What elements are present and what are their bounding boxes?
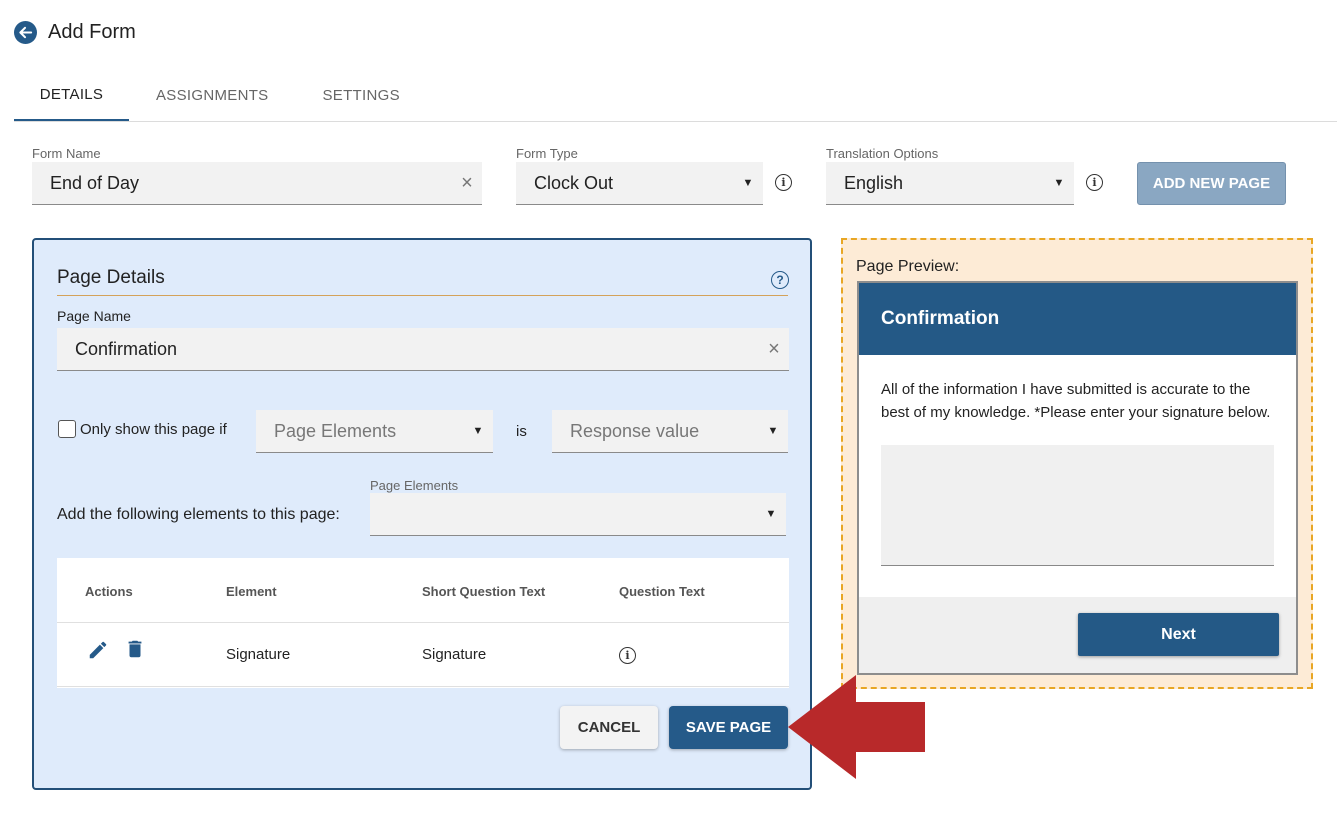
translation-options-select[interactable]: English ▼ (826, 162, 1074, 205)
dropdown-caret-icon[interactable]: ▼ (1044, 177, 1074, 189)
condition-element-select[interactable]: Page Elements ▼ (256, 410, 493, 453)
page-details-panel: Page Details ? Page Name Confirmation × … (32, 238, 812, 790)
next-button[interactable]: Next (1078, 613, 1279, 656)
form-type-select[interactable]: Clock Out ▼ (516, 162, 763, 205)
question-info-icon[interactable]: i (619, 647, 636, 664)
edit-icon[interactable] (87, 639, 109, 666)
dropdown-caret-icon[interactable]: ▼ (733, 177, 763, 189)
dropdown-caret-icon[interactable]: ▼ (758, 425, 788, 437)
page-elements-select[interactable]: ▼ (370, 493, 786, 536)
condition-value-select[interactable]: Response value ▼ (552, 410, 788, 453)
column-header-element: Element (226, 584, 277, 599)
dropdown-caret-icon[interactable]: ▼ (463, 425, 493, 437)
delete-icon[interactable] (124, 638, 146, 665)
form-type-value[interactable]: Clock Out (516, 173, 733, 194)
column-header-actions: Actions (85, 584, 133, 599)
page-preview-panel: Page Preview: Confirmation All of the in… (841, 238, 1313, 689)
row-short-question: Signature (422, 646, 487, 663)
translation-options-value[interactable]: English (826, 173, 1044, 194)
page-elements-label: Page Elements (370, 478, 459, 493)
page-name-label: Page Name (57, 308, 131, 324)
callout-arrow (788, 675, 925, 779)
save-page-button[interactable]: SAVE PAGE (669, 706, 788, 749)
clear-icon[interactable]: × (452, 172, 482, 195)
header: Add Form (14, 19, 136, 45)
column-header-short-question: Short Question Text (422, 584, 546, 599)
table-divider (57, 686, 789, 687)
only-show-label: Only show this page if (80, 421, 227, 438)
help-icon[interactable]: ? (771, 271, 789, 289)
add-elements-label: Add the following elements to this page: (57, 506, 340, 523)
clear-icon[interactable]: × (759, 338, 789, 361)
tab-bar: DETAILS ASSIGNMENTS SETTINGS (14, 70, 1337, 122)
back-arrow-icon[interactable] (14, 20, 37, 44)
page-name-field[interactable]: Confirmation × (57, 328, 789, 371)
condition-element-placeholder[interactable]: Page Elements (256, 421, 463, 442)
page-name-value[interactable]: Confirmation (57, 339, 759, 360)
column-header-question-text: Question Text (619, 584, 705, 599)
translation-options-label: Translation Options (826, 146, 939, 161)
tab-assignments[interactable]: ASSIGNMENTS (156, 70, 268, 121)
condition-is-label: is (516, 423, 527, 440)
table-divider (57, 622, 789, 623)
preview-body-text: All of the information I have submitted … (881, 381, 1271, 421)
tab-settings[interactable]: SETTINGS (322, 70, 399, 121)
cancel-button[interactable]: CANCEL (560, 706, 658, 749)
add-new-page-button[interactable]: ADD NEW PAGE (1137, 162, 1286, 205)
form-name-label: Form Name (32, 146, 101, 161)
dropdown-caret-icon[interactable]: ▼ (756, 508, 786, 520)
panel-divider (57, 295, 788, 296)
page-title: Add Form (48, 20, 136, 43)
page-preview-label: Page Preview: (856, 258, 960, 275)
preview-page-title: Confirmation (881, 308, 1000, 329)
form-name-field[interactable]: End of Day × (32, 162, 482, 205)
preview-header: Confirmation (859, 283, 1296, 355)
form-type-info-icon[interactable]: i (775, 174, 792, 191)
form-name-value[interactable]: End of Day (32, 173, 452, 194)
signature-box[interactable] (881, 445, 1274, 566)
form-type-label: Form Type (516, 146, 578, 161)
preview-footer: Next (859, 597, 1296, 673)
row-element: Signature (226, 646, 291, 663)
page-details-title: Page Details (57, 267, 165, 288)
condition-value-placeholder[interactable]: Response value (552, 421, 758, 442)
elements-table: Actions Element Short Question Text Ques… (57, 558, 789, 688)
translation-info-icon[interactable]: i (1086, 174, 1103, 191)
tab-details[interactable]: DETAILS (14, 70, 129, 121)
only-show-checkbox[interactable] (58, 420, 76, 438)
preview-frame: Confirmation All of the information I ha… (857, 281, 1298, 675)
